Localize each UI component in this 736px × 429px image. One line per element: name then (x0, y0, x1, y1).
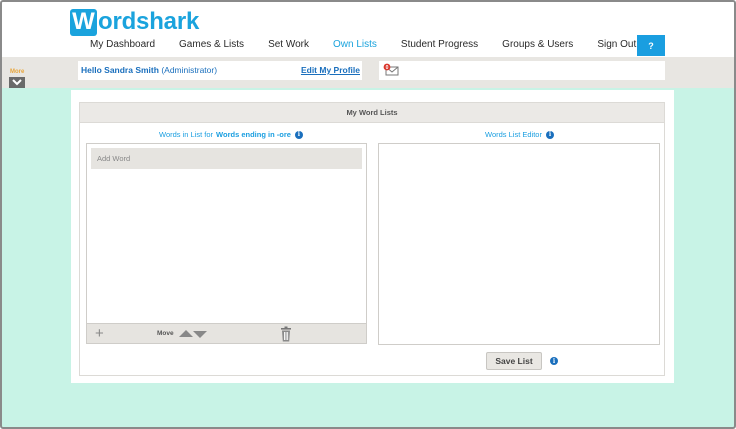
word-list[interactable]: Add Word (86, 143, 367, 344)
info-icon[interactable]: i (294, 130, 303, 139)
messages-box: 0 (379, 61, 665, 80)
plus-icon[interactable]: + (95, 325, 104, 343)
nav-groups-users[interactable]: Groups & Users (490, 39, 585, 50)
header: W ordshark My Dashboard Games & Lists Se… (2, 2, 734, 57)
words-list-editor[interactable] (378, 143, 660, 345)
add-word-input[interactable]: Add Word (91, 148, 362, 169)
nav-own-lists[interactable]: Own Lists (321, 39, 389, 50)
nav-set-work[interactable]: Set Work (256, 39, 321, 50)
edit-profile-link[interactable]: Edit My Profile (301, 65, 360, 75)
nav-my-dashboard[interactable]: My Dashboard (78, 39, 167, 50)
editor-column-title: Words List Editor i (485, 130, 554, 139)
greeting-prefix: Hello (81, 65, 102, 75)
editor-title: Words List Editor (485, 130, 542, 139)
arrow-down-icon[interactable] (193, 331, 207, 338)
greeting-box: Hello Sandra Smith (Administrator) Edit … (78, 61, 362, 80)
greeting: Hello Sandra Smith (Administrator) (81, 65, 217, 75)
logo[interactable]: W ordshark (70, 8, 199, 36)
message-count: 0 (386, 65, 389, 71)
list-column-title: Words in List for Words ending in -ore i (159, 130, 303, 139)
move-label: Move (157, 330, 174, 337)
info-icon[interactable]: i (545, 130, 554, 139)
more-label: More (10, 69, 25, 75)
user-role: (Administrator) (161, 65, 218, 75)
main-nav: My Dashboard Games & Lists Set Work Own … (78, 39, 648, 50)
app-window: W ordshark My Dashboard Games & Lists Se… (0, 0, 736, 429)
more-button[interactable] (9, 77, 25, 88)
arrow-up-icon[interactable] (179, 330, 193, 337)
help-button[interactable]: ? (637, 35, 665, 56)
list-name: Words ending in -ore (216, 130, 291, 139)
trash-icon[interactable] (280, 326, 292, 342)
logo-text: ordshark (98, 8, 200, 35)
chevron-down-icon (12, 79, 22, 86)
panel-title: My Word Lists (79, 102, 665, 123)
logo-mark: W (70, 8, 97, 36)
user-name: Sandra Smith (104, 65, 159, 75)
panel-body: Words in List for Words ending in -ore i… (79, 123, 665, 376)
mail-icon[interactable]: 0 (383, 63, 399, 77)
nav-student-progress[interactable]: Student Progress (389, 39, 490, 50)
save-list-button[interactable]: Save List (486, 352, 542, 370)
nav-games-lists[interactable]: Games & Lists (167, 39, 256, 50)
word-lists-panel: My Word Lists Words in List for Words en… (71, 90, 674, 383)
list-toolbar: + Move (86, 323, 367, 344)
list-title-prefix: Words in List for (159, 130, 214, 139)
info-icon[interactable]: i (550, 357, 558, 365)
user-bar: More Hello Sandra Smith (Administrator) … (2, 57, 734, 88)
